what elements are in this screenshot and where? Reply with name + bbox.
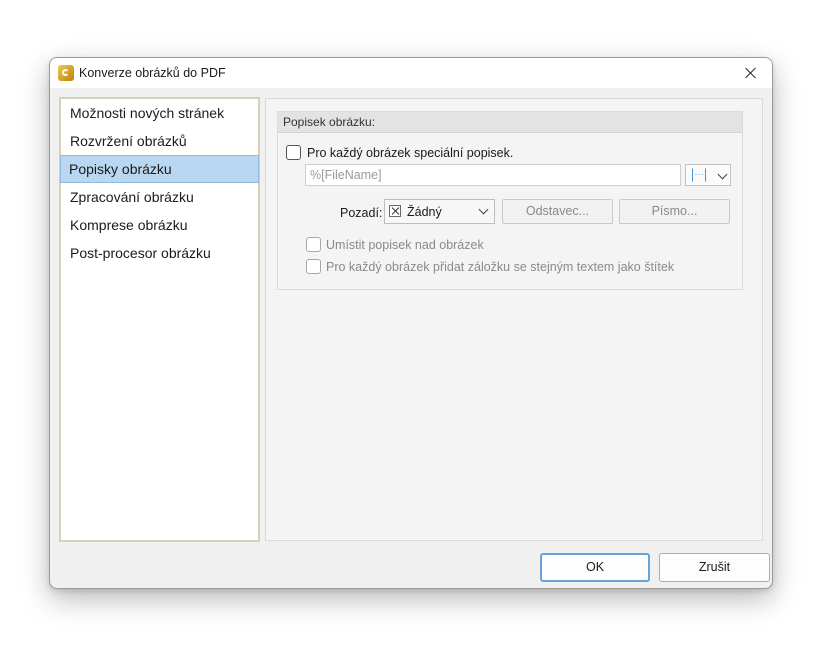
nav-item-post-processor[interactable]: Post-procesor obrázku (61, 239, 258, 267)
bookmark-label[interactable]: Pro každý obrázek přidat záložku se stej… (326, 260, 674, 274)
background-value: Žádný (407, 205, 442, 219)
group-header: Popisek obrázku: (278, 112, 742, 133)
caption-group: Popisek obrázku: Pro každý obrázek speci… (277, 111, 743, 290)
bookmark-checkbox[interactable] (306, 259, 321, 274)
nav-item-new-pages[interactable]: Možnosti nových stránek (61, 99, 258, 127)
macro-dropdown-button[interactable]: ··· (685, 164, 731, 186)
caption-text-field[interactable]: %[FileName] (305, 164, 681, 186)
background-select[interactable]: Žádný (384, 199, 495, 224)
special-caption-label[interactable]: Pro každý obrázek speciální popisek. (307, 146, 513, 160)
no-fill-icon (389, 205, 401, 217)
special-caption-checkbox[interactable] (286, 145, 301, 160)
close-icon[interactable] (730, 60, 770, 86)
nav-item-image-layout[interactable]: Rozvržení obrázků (61, 127, 258, 155)
cancel-button[interactable]: Zrušit (659, 553, 770, 582)
nav-item-image-compression[interactable]: Komprese obrázku (61, 211, 258, 239)
place-above-label[interactable]: Umístit popisek nad obrázek (326, 238, 484, 252)
category-list: Možnosti nových stránek Rozvržení obrázk… (59, 97, 260, 542)
window-title: Konverze obrázků do PDF (79, 66, 226, 80)
conversion-dialog: Konverze obrázků do PDF Možnosti nových … (49, 57, 773, 589)
paragraph-button[interactable]: Odstavec... (502, 199, 613, 224)
nav-item-image-captions[interactable]: Popisky obrázku (60, 155, 259, 183)
macro-icon: ··· (692, 168, 706, 182)
settings-panel: Popisek obrázku: Pro každý obrázek speci… (265, 98, 763, 541)
title-bar: Konverze obrázků do PDF (50, 58, 772, 88)
app-icon (58, 65, 74, 81)
background-label: Pozadí: (340, 206, 383, 220)
place-above-checkbox[interactable] (306, 237, 321, 252)
ok-button[interactable]: OK (540, 553, 650, 582)
nav-item-image-processing[interactable]: Zpracování obrázku (61, 183, 258, 211)
chevron-down-icon (717, 169, 728, 180)
chevron-down-icon (478, 204, 489, 215)
font-button[interactable]: Písmo... (619, 199, 730, 224)
